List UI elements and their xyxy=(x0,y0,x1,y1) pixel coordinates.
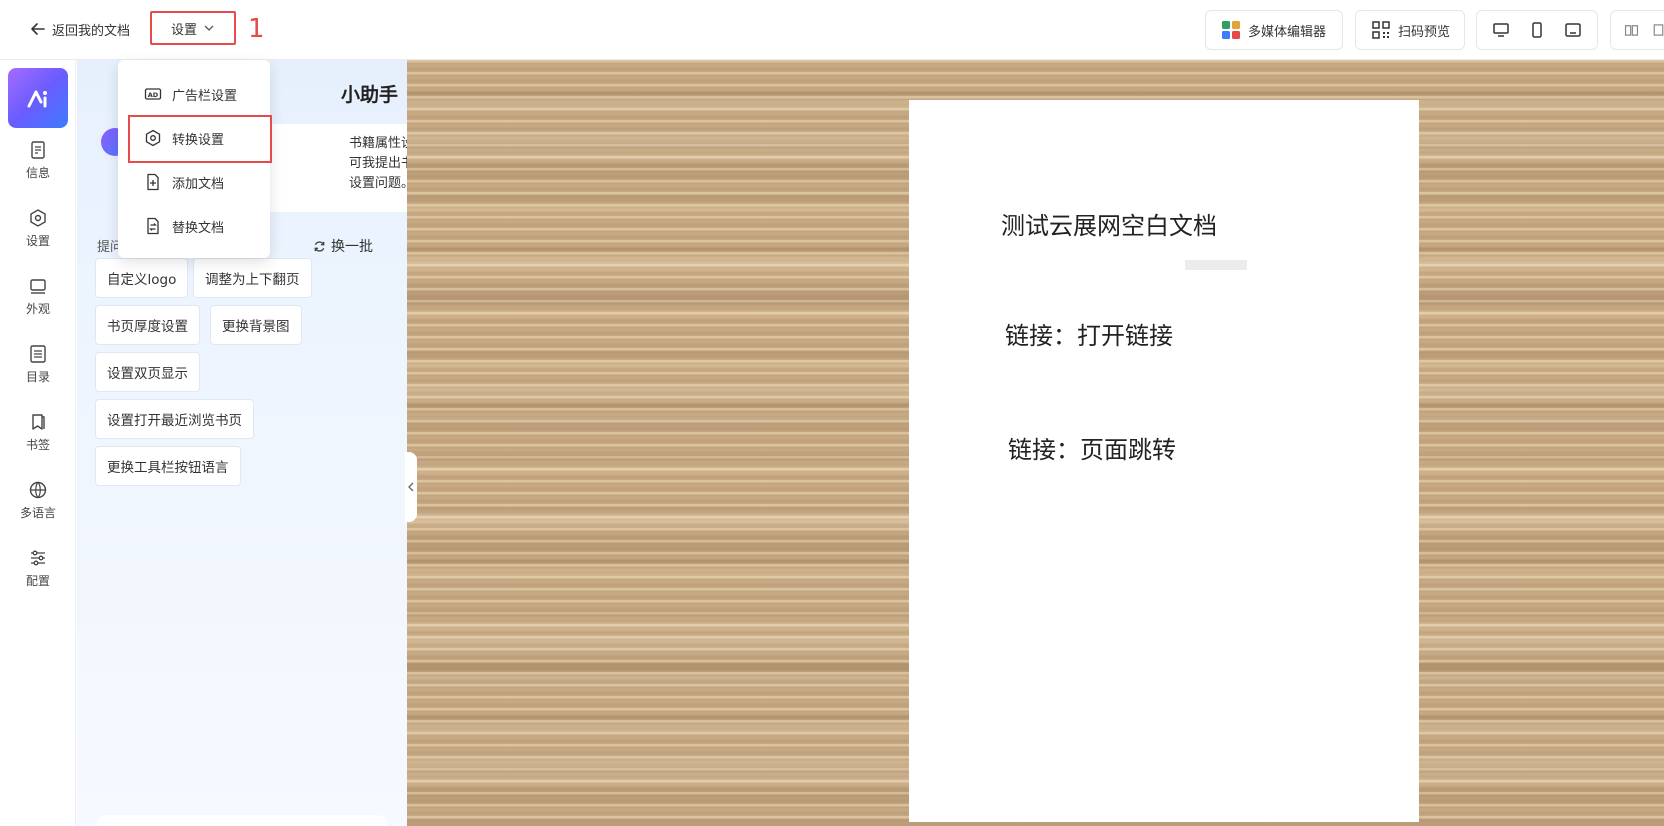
menu-item-label: 广告栏设置 xyxy=(172,88,238,104)
double-page-icon[interactable] xyxy=(1623,20,1640,40)
menu-item-ad-bar-settings[interactable]: AD 广告栏设置 xyxy=(118,74,270,114)
sidebar-item-label: 多语言 xyxy=(19,505,56,520)
settings-dropdown-menu: AD 广告栏设置 转换设置 添加文档 替换文档 xyxy=(118,60,270,258)
sidebar-item-info[interactable]: 信息 xyxy=(0,130,76,190)
suggestion-chip[interactable]: 书页厚度设置 xyxy=(95,305,200,345)
sidebar-item-label: 目录 xyxy=(25,369,50,384)
qr-code-icon xyxy=(1372,21,1390,39)
sidebar-item-label: 书签 xyxy=(25,437,50,452)
monitor-icon xyxy=(30,278,46,294)
ai-logo-icon xyxy=(27,90,47,108)
menu-item-add-document[interactable]: 添加文档 xyxy=(118,162,270,202)
sidebar-item-config[interactable]: 配置 xyxy=(0,538,76,598)
panel-collapse-handle[interactable] xyxy=(405,452,417,522)
scan-preview-button[interactable]: 扫码预览 xyxy=(1355,10,1465,50)
refresh-suggestions-button[interactable]: 换一批 xyxy=(313,236,373,256)
chevron-left-icon xyxy=(408,482,414,492)
svg-text:AD: AD xyxy=(148,91,159,99)
tablet-view-icon[interactable] xyxy=(1563,20,1583,40)
sidebar-item-appearance[interactable]: 外观 xyxy=(0,266,76,326)
step-annotation-1: 1 xyxy=(248,14,265,44)
sidebar-item-label: 外观 xyxy=(25,301,50,316)
menu-item-label: 添加文档 xyxy=(172,176,225,192)
single-page-icon[interactable] xyxy=(1650,20,1664,40)
back-link-label: 返回我的文档 xyxy=(52,23,131,39)
ai-logo[interactable] xyxy=(8,68,68,128)
ad-icon: AD xyxy=(144,88,162,100)
menu-item-label: 转换设置 xyxy=(172,132,225,148)
hexagon-gear-icon xyxy=(145,129,161,147)
assistant-input-area[interactable] xyxy=(97,815,387,826)
page-mode-toggle xyxy=(1610,10,1664,50)
refresh-label: 换一批 xyxy=(331,239,373,255)
sidebar-item-toc[interactable]: 目录 xyxy=(0,334,76,394)
suggestion-chip[interactable]: 更换背景图 xyxy=(210,305,302,345)
settings-menu-button[interactable]: 设置 xyxy=(150,11,236,45)
sidebar-item-label: 配置 xyxy=(25,573,50,588)
multimedia-editor-button[interactable]: 多媒体编辑器 xyxy=(1205,10,1343,50)
scan-preview-label: 扫码预览 xyxy=(1398,24,1451,40)
document-link-jump[interactable]: 链接：页面跳转 xyxy=(1008,430,1176,465)
sidebar-item-label: 设置 xyxy=(25,233,50,248)
multimedia-editor-label: 多媒体编辑器 xyxy=(1248,24,1327,40)
device-view-toggle xyxy=(1476,10,1598,50)
sidebar-item-languages[interactable]: 多语言 xyxy=(0,470,76,530)
suggestion-chip[interactable]: 设置双页显示 xyxy=(95,352,200,392)
sliders-icon xyxy=(31,550,45,565)
back-to-my-docs-link[interactable]: 返回我的文档 xyxy=(28,19,130,39)
desktop-view-icon[interactable] xyxy=(1491,20,1511,40)
settings-icon xyxy=(30,208,46,227)
menu-item-conversion-settings[interactable]: 转换设置 xyxy=(118,118,270,158)
list-icon xyxy=(30,344,46,363)
book-preview-area: 测试云展网空白文档 链接：打开链接 链接：页面跳转 xyxy=(407,60,1664,826)
settings-button-label: 设置 xyxy=(170,22,197,38)
replace-file-icon xyxy=(147,217,159,235)
multimedia-icon xyxy=(1222,21,1240,39)
sidebar-item-label: 信息 xyxy=(25,165,50,180)
bookmark-icon xyxy=(32,413,45,430)
suggestion-chip[interactable]: 调整为上下翻页 xyxy=(193,258,312,298)
mobile-view-icon[interactable] xyxy=(1527,20,1547,40)
menu-item-replace-document[interactable]: 替换文档 xyxy=(118,206,270,246)
refresh-icon xyxy=(314,240,325,252)
suggestion-chip[interactable]: 自定义logo xyxy=(95,258,189,298)
menu-item-label: 替换文档 xyxy=(172,220,225,236)
globe-icon xyxy=(29,481,47,498)
left-icon-rail: 信息 设置 外观 目录 书签 多语言 配置 xyxy=(0,60,76,826)
assistant-title: 小助手 xyxy=(341,84,399,106)
suggestion-chip[interactable]: 设置打开最近浏览书页 xyxy=(95,399,254,439)
chevron-down-icon xyxy=(204,25,214,31)
document-divider xyxy=(1185,260,1247,270)
document-title: 测试云展网空白文档 xyxy=(1001,212,1217,240)
sidebar-item-bookmark[interactable]: 书签 xyxy=(0,402,76,462)
info-doc-icon xyxy=(31,140,45,159)
arrow-left-icon xyxy=(31,23,45,35)
document-page[interactable]: 测试云展网空白文档 链接：打开链接 链接：页面跳转 xyxy=(909,100,1419,822)
document-link-open[interactable]: 链接：打开链接 xyxy=(1005,316,1173,351)
sidebar-item-settings[interactable]: 设置 xyxy=(0,198,76,258)
suggestion-chip[interactable]: 更换工具栏按钮语言 xyxy=(95,446,241,486)
add-file-icon xyxy=(147,173,159,191)
